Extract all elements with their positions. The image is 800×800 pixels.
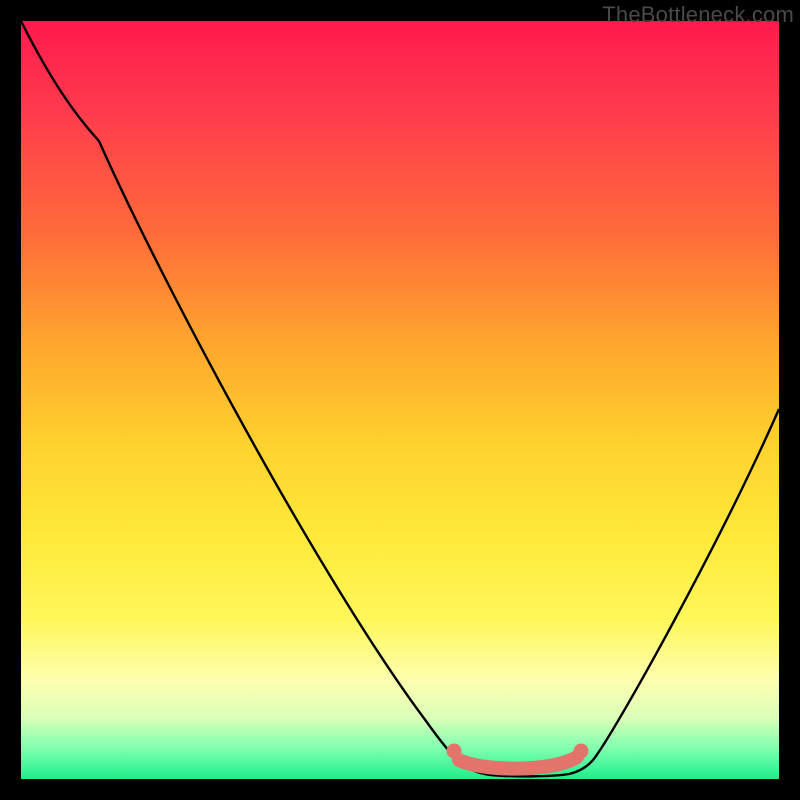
marker-end <box>574 744 589 759</box>
watermark-text: TheBottleneck.com <box>602 2 794 28</box>
chart-frame: TheBottleneck.com <box>0 0 800 800</box>
bottleneck-curve <box>21 21 779 776</box>
optimal-range-bar <box>459 757 577 769</box>
marker-start <box>447 744 462 759</box>
bottleneck-curve-svg <box>21 21 779 779</box>
plot-area <box>21 21 779 779</box>
